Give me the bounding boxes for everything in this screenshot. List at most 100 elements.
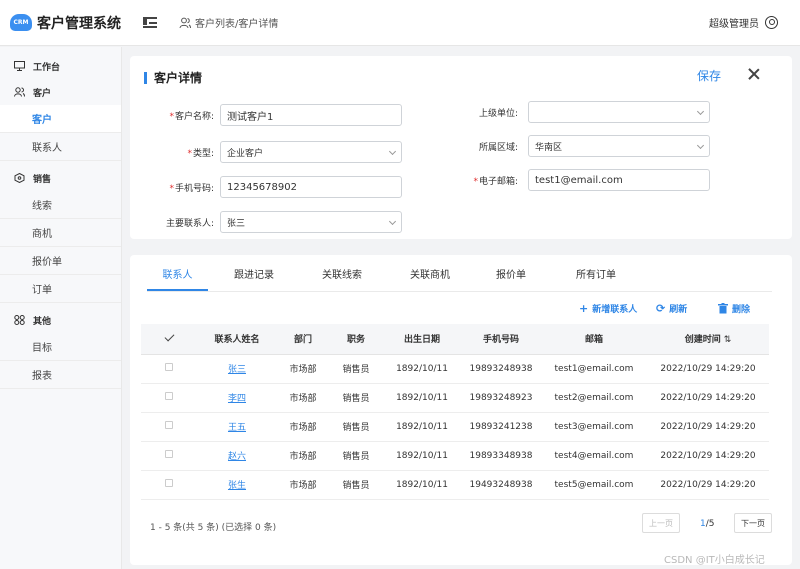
contacts-table: 联系人姓名 部门 职务 出生日期 手机号码 邮箱 创建时间 ⇅ 张三 市场部 销售员 1… <box>141 324 769 500</box>
watermark-text: CSDN @IT小白成长记 <box>664 555 765 566</box>
sidebar-group-customer[interactable]: 客户 <box>0 79 121 105</box>
grid-icon <box>14 315 25 325</box>
row-checkbox-cell <box>141 441 197 471</box>
row-checkbox[interactable] <box>165 421 173 429</box>
total-pages: /5 <box>705 519 715 529</box>
contact-name-link[interactable]: 张生 <box>228 481 246 491</box>
delete-label: 删除 <box>732 305 751 315</box>
col-position[interactable]: 职务 <box>329 324 383 355</box>
sidebar-group-workbench[interactable]: 工作台 <box>0 53 121 79</box>
type-select[interactable]: 企业客户 <box>220 141 402 163</box>
field-label: *类型: <box>187 148 214 159</box>
col-contact-name[interactable]: 联系人姓名 <box>197 324 277 355</box>
col-phone[interactable]: 手机号码 <box>461 324 541 355</box>
sidebar-group-other[interactable]: 其他 <box>0 307 121 333</box>
menu-collapse-icon[interactable] <box>143 17 157 28</box>
field-label: 上级单位: <box>478 108 518 119</box>
breadcrumb-text[interactable]: 客户列表/客户详情 <box>195 15 278 30</box>
field-email: *电子邮箱: test1@email.com <box>440 169 710 191</box>
birth-date-cell: 1892/10/11 <box>383 441 461 471</box>
tab-divider <box>147 291 772 292</box>
contact-name-link[interactable]: 李四 <box>228 394 246 404</box>
tab-quotes[interactable]: 报价单 <box>476 255 546 291</box>
sidebar-item-leads[interactable]: 线索 <box>0 191 121 219</box>
phone-cell: 19893248923 <box>461 383 541 413</box>
parent-org-select[interactable] <box>528 101 710 123</box>
row-checkbox[interactable] <box>165 479 173 487</box>
tab-related-leads[interactable]: 关联线索 <box>300 255 384 291</box>
app-logo[interactable]: CRM 客户管理系统 <box>10 13 132 33</box>
col-birth-date[interactable]: 出生日期 <box>383 324 461 355</box>
position-cell: 销售员 <box>329 470 383 500</box>
delete-button[interactable]: 删除 <box>718 302 750 315</box>
contact-name-link[interactable]: 张三 <box>228 365 246 375</box>
refresh-label: 刷新 <box>669 305 688 315</box>
refresh-icon: ⟳ <box>656 302 666 315</box>
sidebar-item-contacts[interactable]: 联系人 <box>0 133 121 161</box>
row-checkbox[interactable] <box>165 363 173 371</box>
tab-related-opportunities[interactable]: 关联商机 <box>388 255 472 291</box>
cloud-logo-icon: CRM <box>10 14 32 31</box>
save-button[interactable]: 保存 <box>697 67 721 84</box>
region-select[interactable]: 华南区 <box>528 135 710 157</box>
row-checkbox-cell <box>141 470 197 500</box>
sidebar-item-goals[interactable]: 目标 <box>0 333 121 361</box>
table-row[interactable]: 张生 市场部 销售员 1892/10/11 19493248938 test5@email… <box>141 470 769 500</box>
department-cell: 市场部 <box>277 412 329 442</box>
contact-name-cell: 赵六 <box>197 441 277 471</box>
field-parent-org: 上级单位: <box>440 101 710 123</box>
refresh-button[interactable]: ⟳ 刷新 <box>656 302 687 315</box>
department-cell: 市场部 <box>277 354 329 384</box>
tab-all-orders[interactable]: 所有订单 <box>554 255 638 291</box>
table-header-row: 联系人姓名 部门 职务 出生日期 手机号码 邮箱 创建时间 ⇅ <box>141 324 769 355</box>
field-phone: *手机号码: 12345678902 <box>130 176 402 198</box>
contact-name-link[interactable]: 王五 <box>228 423 246 433</box>
sidebar-group-label: 工作台 <box>33 62 61 73</box>
phone-cell: 19893348938 <box>461 441 541 471</box>
col-department[interactable]: 部门 <box>277 324 329 355</box>
contact-name-link[interactable]: 赵六 <box>228 452 246 462</box>
main-contact-select[interactable]: 张三 <box>220 211 402 233</box>
field-label: *电子邮箱: <box>473 176 518 187</box>
row-checkbox-cell <box>141 354 197 384</box>
add-contact-label: 新增联系人 <box>592 305 638 315</box>
field-region: 所属区域: 华南区 <box>440 135 710 157</box>
sidebar-item-orders[interactable]: 订单 <box>0 275 121 303</box>
col-created-time[interactable]: 创建时间 ⇅ <box>647 324 769 355</box>
customer-name-input[interactable]: 测试客户1 <box>220 104 402 126</box>
sort-icon[interactable]: ⇅ <box>724 335 732 345</box>
email-cell: test4@email.com <box>541 441 647 471</box>
sidebar-item-quotes[interactable]: 报价单 <box>0 247 121 275</box>
col-email[interactable]: 邮箱 <box>541 324 647 355</box>
sidebar-item-customer[interactable]: 客户 <box>0 105 121 133</box>
contact-name-cell: 张生 <box>197 470 277 500</box>
trash-icon <box>718 303 728 314</box>
sidebar-group-label: 客户 <box>33 88 52 99</box>
sidebar-group-sales[interactable]: 销售 <box>0 165 121 191</box>
created-time-cell: 2022/10/29 14:29:20 <box>647 354 769 384</box>
email-input[interactable]: test1@email.com <box>528 169 710 191</box>
table-row[interactable]: 王五 市场部 销售员 1892/10/11 19893241238 test3@email… <box>141 412 769 442</box>
table-row[interactable]: 赵六 市场部 销售员 1892/10/11 19893348938 test4@email… <box>141 441 769 471</box>
phone-input[interactable]: 12345678902 <box>220 176 402 198</box>
user-menu[interactable]: 超级管理员 <box>709 15 778 30</box>
tab-followups[interactable]: 跟进记录 <box>212 255 296 291</box>
select-all-checkbox[interactable] <box>141 324 197 355</box>
table-row[interactable]: 李四 市场部 销售员 1892/10/11 19893248923 test2@email… <box>141 383 769 413</box>
position-cell: 销售员 <box>329 354 383 384</box>
table-row[interactable]: 张三 市场部 销售员 1892/10/11 19893248938 test1@email… <box>141 354 769 384</box>
row-checkbox[interactable] <box>165 392 173 400</box>
next-page-button[interactable]: 下一页 <box>734 513 772 533</box>
add-contact-button[interactable]: + 新增联系人 <box>579 302 637 315</box>
close-icon[interactable] <box>748 68 760 80</box>
hexagon-icon <box>14 173 25 183</box>
prev-page-button[interactable]: 上一页 <box>642 513 680 533</box>
contact-name-cell: 张三 <box>197 354 277 384</box>
sidebar-item-opportunities[interactable]: 商机 <box>0 219 121 247</box>
sidebar-item-reports[interactable]: 报表 <box>0 361 121 389</box>
department-cell: 市场部 <box>277 441 329 471</box>
row-checkbox[interactable] <box>165 450 173 458</box>
tab-contacts[interactable]: 联系人 <box>147 255 208 291</box>
created-time-cell: 2022/10/29 14:29:20 <box>647 470 769 500</box>
created-time-cell: 2022/10/29 14:29:20 <box>647 412 769 442</box>
